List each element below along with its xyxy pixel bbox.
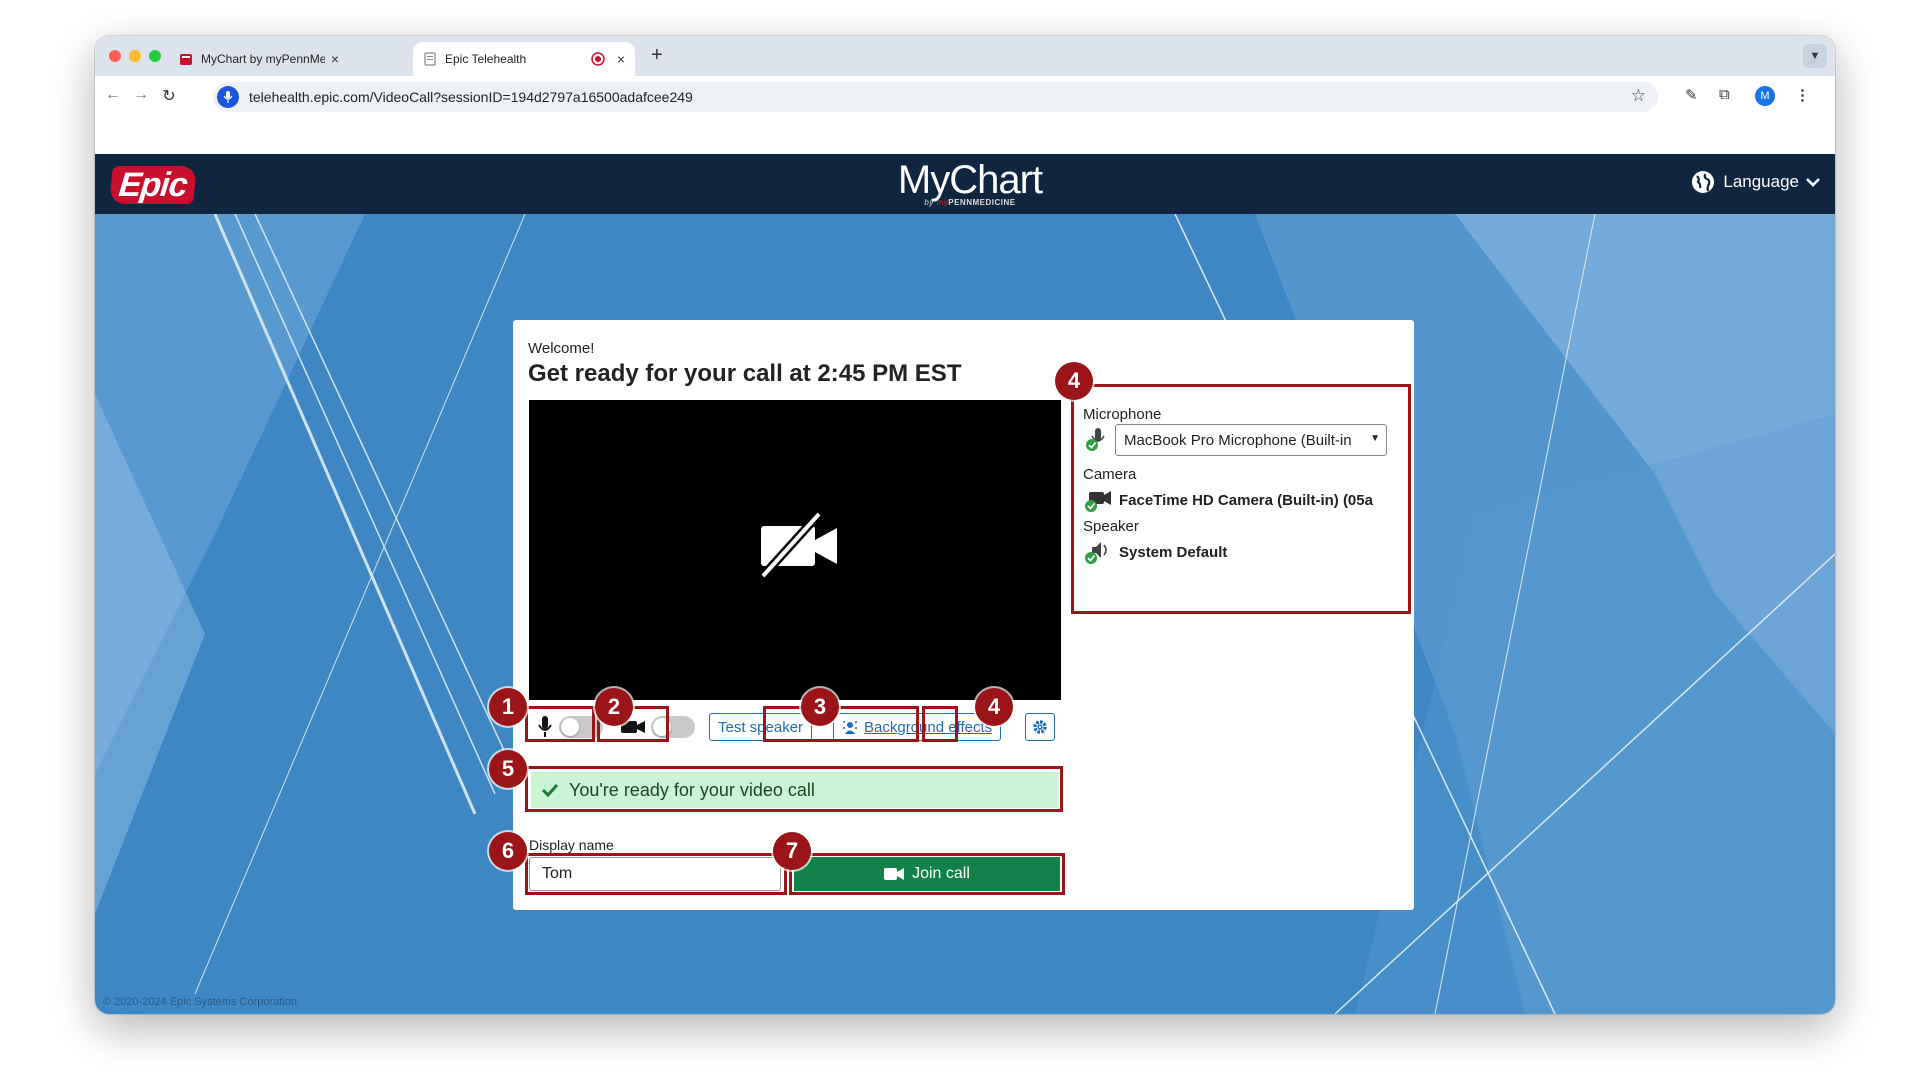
logo-sub-org: PENNMEDICINE [948, 198, 1016, 207]
callout-box-ready [525, 766, 1063, 812]
tab-strip: MyChart by myPennMedicine × Epic Telehea… [95, 36, 1835, 76]
tab-mychart[interactable]: MyChart by myPennMedicine × [169, 42, 349, 76]
url-text: telehealth.epic.com/VideoCall?sessionID=… [249, 89, 693, 105]
extensions-puzzle-icon[interactable]: ⧉ [1719, 86, 1730, 103]
callout-box-settings [922, 706, 958, 742]
video-preview [529, 400, 1061, 700]
mychart-favicon-icon [180, 54, 192, 65]
logo-sub-by: by [924, 198, 937, 207]
minimize-window-button[interactable] [129, 50, 141, 62]
display-name-label: Display name [529, 837, 614, 853]
epic-logo[interactable]: Epic [109, 166, 197, 204]
bookmark-star-icon[interactable]: ☆ [1631, 86, 1646, 106]
callout-box-display-name [525, 853, 787, 895]
callout-box-microphone [525, 706, 595, 742]
language-label: Language [1723, 172, 1799, 191]
camera-off-icon [759, 510, 837, 580]
globe-icon [1692, 171, 1715, 193]
browser-window: MyChart by myPennMedicine × Epic Telehea… [95, 36, 1835, 1014]
telehealth-background: Welcome! Get ready for your call at 2:45… [95, 214, 1835, 1014]
tab-search-chevron-icon[interactable]: ▼ [1803, 44, 1827, 68]
callout-box-join [789, 853, 1065, 895]
reload-icon[interactable]: ↻ [159, 86, 179, 106]
back-arrow-icon[interactable]: ← [103, 86, 123, 104]
tab-epic-telehealth[interactable]: Epic Telehealth × [413, 42, 635, 76]
forward-arrow-icon[interactable]: → [131, 86, 151, 104]
callout-number: 2 [595, 688, 633, 726]
microphone-in-use-icon[interactable] [217, 86, 239, 108]
device-settings-button[interactable] [1025, 713, 1055, 741]
callout-number: 6 [489, 832, 527, 870]
profile-avatar[interactable]: M [1755, 86, 1775, 106]
browser-toolbar: ← → ↻ telehealth.epic.com/VideoCall?sess… [95, 76, 1835, 116]
close-window-button[interactable] [109, 50, 121, 62]
callout-number: 7 [773, 832, 811, 870]
zoom-window-button[interactable] [149, 50, 161, 62]
callout-box-devices [1071, 384, 1411, 614]
tab-mychart-close-button[interactable]: × [325, 51, 339, 67]
mychart-logo-text: MyChart [897, 158, 1043, 202]
address-bar[interactable]: telehealth.epic.com/VideoCall?sessionID=… [213, 82, 1658, 112]
recording-indicator-icon [591, 52, 605, 66]
mychart-logo: MyChart by myPENNMEDICINE [885, 160, 1055, 207]
page-favicon-icon [424, 52, 436, 66]
language-selector[interactable]: Language [1691, 170, 1821, 194]
tab-epic-telehealth-title: Epic Telehealth [445, 52, 527, 66]
tab-epic-telehealth-close-button[interactable]: × [611, 51, 625, 67]
callout-number: 4 [975, 688, 1013, 726]
chevron-down-icon [1806, 178, 1820, 187]
tab-mychart-title: MyChart by myPennMedicine [201, 52, 325, 66]
new-tab-button[interactable]: + [651, 44, 663, 67]
mychart-header: Epic MyChart by myPENNMEDICINE Language [95, 154, 1835, 214]
callout-number: 5 [489, 750, 527, 788]
welcome-text: Welcome! [528, 340, 595, 357]
gear-icon [1033, 720, 1047, 734]
callout-number: 3 [801, 688, 839, 726]
callout-box-background-effects [763, 706, 919, 742]
eyedropper-icon[interactable]: ✎ [1685, 86, 1698, 104]
pre-call-card: Welcome! Get ready for your call at 2:45… [489, 320, 1414, 910]
call-time-heading: Get ready for your call at 2:45 PM EST [528, 360, 962, 387]
callout-number: 4 [1055, 362, 1093, 400]
callout-number: 1 [489, 688, 527, 726]
copyright-text: © 2020-2024 Epic Systems Corporation [103, 996, 297, 1008]
logo-sub-my: my [936, 198, 949, 207]
kebab-menu-icon[interactable]: ⋮ [1795, 86, 1810, 104]
